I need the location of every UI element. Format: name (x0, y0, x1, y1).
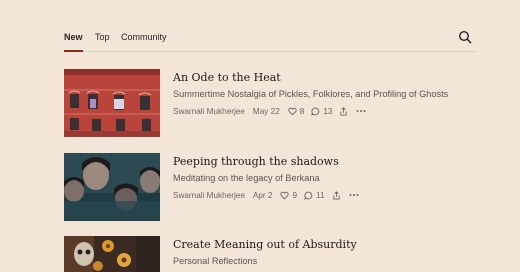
post-item[interactable]: An Ode to the Heat Summertime Nostalgia … (64, 69, 476, 137)
post-title[interactable]: Create Meaning out of Absurdity (173, 238, 357, 251)
comment-count: 13 (323, 106, 333, 116)
comment-button[interactable]: 13 (311, 107, 332, 116)
more-button[interactable] (356, 109, 366, 113)
more-button[interactable] (349, 193, 359, 197)
search-icon (458, 30, 472, 44)
more-icon (349, 194, 359, 196)
comment-button[interactable]: 11 (304, 191, 325, 200)
author-name[interactable]: Swarnali Mukherjee (173, 191, 245, 200)
post-subtitle: Personal Reflections (173, 256, 258, 266)
post-item[interactable]: Create Meaning out of Absurdity Personal… (64, 236, 476, 272)
share-button[interactable] (339, 106, 348, 116)
post-thumbnail[interactable] (64, 69, 160, 137)
post-item[interactable]: Peeping through the shadows Meditating o… (64, 153, 476, 221)
post-subtitle: Summertime Nostalgia of Pickles, Folklor… (173, 89, 449, 99)
search-button[interactable] (458, 30, 472, 44)
share-icon (332, 190, 340, 200)
heart-icon (288, 107, 297, 115)
post-meta: Swarnali Mukherjee May 22 8 13 (173, 105, 374, 117)
tab-new[interactable]: New (64, 32, 83, 52)
like-count: 9 (292, 190, 298, 200)
author-name[interactable]: Swarnali Mukherjee (173, 107, 245, 116)
building-image (64, 69, 160, 137)
post-title[interactable]: An Ode to the Heat (173, 71, 281, 84)
share-button[interactable] (332, 190, 341, 200)
comment-count: 11 (316, 190, 325, 200)
post-date: Apr 2 (252, 190, 273, 200)
post-meta: Swarnali Mukherjee Apr 2 9 11 (173, 189, 367, 201)
comment-icon (311, 107, 320, 116)
tab-community[interactable]: Community (121, 32, 167, 42)
like-button[interactable]: 9 (280, 191, 297, 200)
faces-in-water-image (64, 153, 160, 221)
post-date: May 22 (252, 106, 280, 116)
tab-top[interactable]: Top (95, 32, 110, 42)
post-title[interactable]: Peeping through the shadows (173, 155, 339, 168)
tab-bar: New Top Community (64, 28, 476, 52)
comment-icon (304, 191, 313, 200)
post-subtitle: Meditating on the legacy of Berkana (173, 173, 320, 183)
like-count: 8 (299, 106, 305, 116)
post-thumbnail[interactable] (64, 236, 160, 272)
heart-icon (280, 191, 290, 199)
like-button[interactable]: 8 (288, 106, 305, 116)
share-icon (340, 106, 348, 116)
skull-flowers-image (64, 236, 160, 272)
post-thumbnail[interactable] (64, 153, 160, 221)
more-icon (356, 110, 366, 112)
